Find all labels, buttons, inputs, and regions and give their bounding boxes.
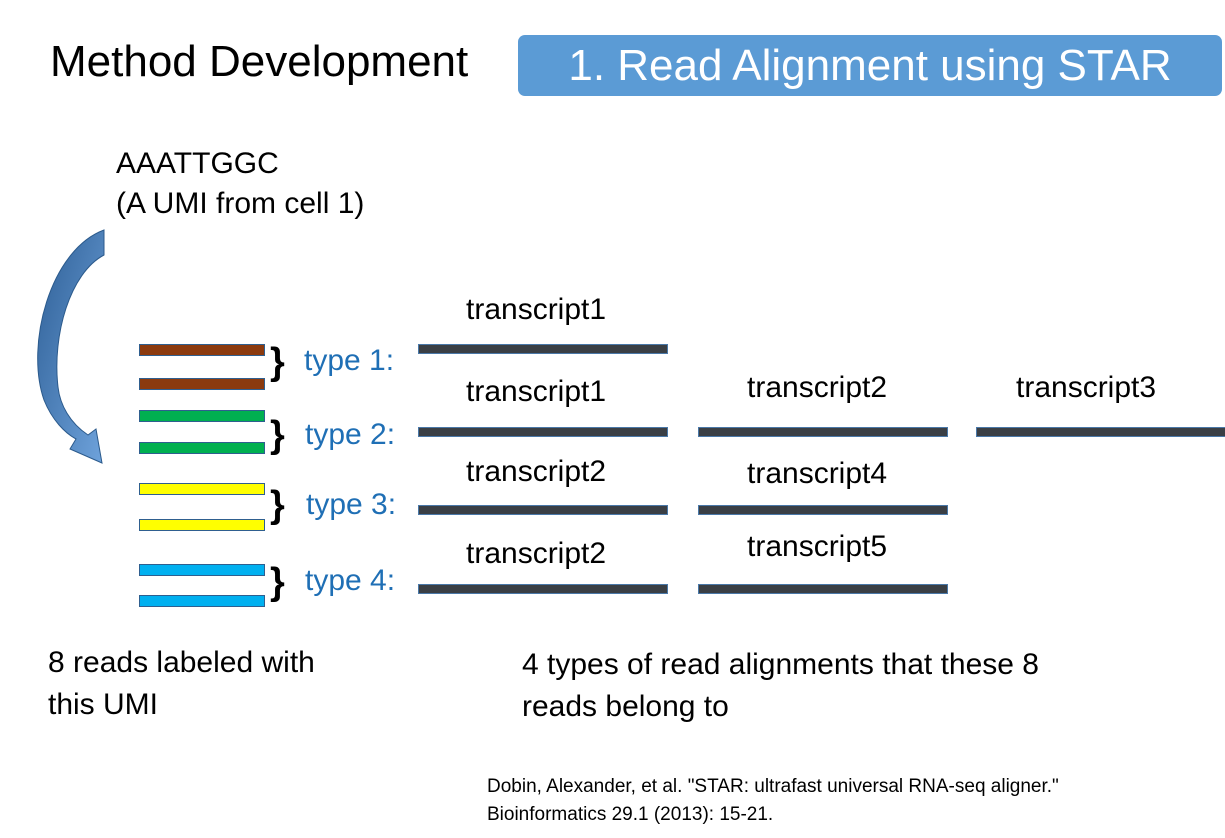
umi-sequence: AAATTGGC	[116, 147, 279, 180]
brace-icon: }	[270, 414, 285, 456]
transcript-label: transcript5	[747, 530, 888, 563]
alignments-summary: 4 types of read alignments that these 8 …	[522, 644, 1039, 728]
transcript-label: transcript1	[466, 293, 607, 326]
read-bar	[139, 483, 265, 495]
citation: Dobin, Alexander, et al. "STAR: ultrafas…	[487, 773, 1059, 829]
transcript-label: transcript2	[466, 537, 607, 570]
alignment-bar	[418, 505, 668, 515]
read-bar	[139, 378, 265, 390]
alignments-summary-line1: 4 types of read alignments that these 8	[522, 648, 1039, 681]
reads-summary-line2: this UMI	[48, 688, 159, 721]
alignment-bar	[418, 427, 668, 437]
read-bar	[139, 564, 265, 576]
alignment-bar	[698, 584, 948, 594]
umi-note: (A UMI from cell 1)	[116, 187, 365, 220]
type-label: type 1:	[304, 344, 395, 377]
alignments-summary-line2: reads belong to	[522, 690, 729, 723]
curved-arrow-icon	[37, 229, 105, 464]
transcript-label: transcript3	[1016, 371, 1157, 404]
citation-line1: Dobin, Alexander, et al. "STAR: ultrafas…	[487, 776, 1059, 797]
read-bar	[139, 595, 265, 607]
type-label: type 4:	[305, 564, 396, 597]
brace-icon: }	[270, 484, 285, 526]
slide-title: Method Development	[50, 37, 469, 86]
alignment-bar	[698, 427, 948, 437]
type-label: type 2:	[305, 418, 396, 451]
section-badge: 1. Read Alignment using STAR	[518, 35, 1222, 96]
brace-icon: }	[270, 341, 285, 383]
alignment-bar	[418, 584, 668, 594]
read-bar	[139, 442, 265, 454]
alignment-bar	[698, 505, 948, 515]
transcript-label: transcript4	[747, 457, 888, 490]
transcript-label: transcript1	[466, 375, 607, 408]
alignment-bar	[976, 427, 1225, 437]
brace-icon: }	[270, 561, 285, 603]
read-bar	[139, 410, 265, 422]
read-bar	[139, 344, 265, 356]
citation-line2: Bioinformatics 29.1 (2013): 15-21.	[487, 804, 774, 825]
transcript-label: transcript2	[747, 371, 888, 404]
transcript-label: transcript2	[466, 455, 607, 488]
type-label: type 3:	[306, 488, 397, 521]
read-bar	[139, 519, 265, 531]
reads-summary: 8 reads labeled with this UMI	[48, 642, 315, 726]
reads-summary-line1: 8 reads labeled with	[48, 646, 315, 679]
alignment-bar	[418, 344, 668, 354]
